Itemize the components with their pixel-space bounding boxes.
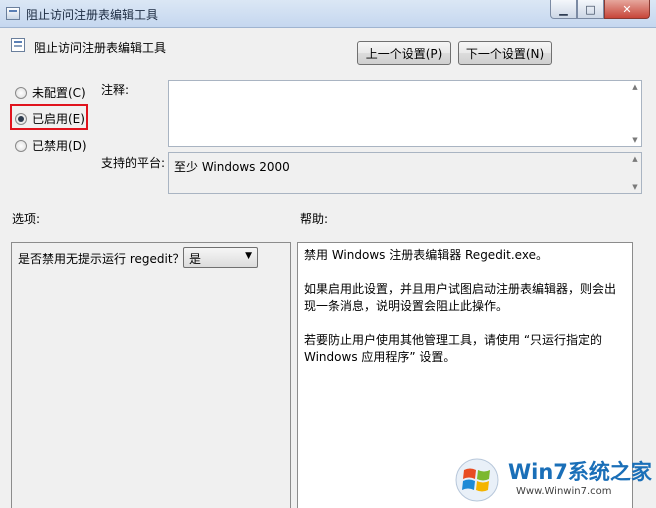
- windows-logo-icon: [455, 458, 499, 502]
- policy-setting-icon: [11, 38, 25, 52]
- previous-setting-button[interactable]: 上一个设置(P): [357, 41, 451, 65]
- maximize-button[interactable]: □: [577, 0, 604, 19]
- scroll-up-icon[interactable]: ▲: [629, 153, 641, 165]
- title-bar[interactable]: 阻止访问注册表编辑工具 ▁ □ ✕: [0, 0, 656, 28]
- setting-title: 阻止访问注册表编辑工具: [34, 41, 167, 55]
- scroll-down-icon[interactable]: ▼: [629, 134, 641, 146]
- radio-circle-icon: [15, 139, 27, 152]
- scroll-down-icon[interactable]: ▼: [629, 181, 641, 193]
- comment-label: 注释:: [101, 83, 130, 97]
- policy-icon: [6, 7, 20, 20]
- platform-scrollbar[interactable]: ▲ ▼: [629, 153, 641, 193]
- platform-field: 至少 Windows 2000 ▲ ▼: [168, 152, 642, 194]
- radio-label: 已禁用(D): [32, 139, 87, 153]
- watermark-url: Www.Winwin7.com: [516, 486, 612, 497]
- radio-circle-icon: [15, 86, 27, 99]
- highlight-box: [10, 104, 88, 130]
- window-controls: ▁ □ ✕: [550, 0, 650, 20]
- comment-scrollbar[interactable]: ▲ ▼: [629, 81, 641, 146]
- regedit-option-label: 是否禁用无提示运行 regedit？: [18, 252, 185, 266]
- close-button[interactable]: ✕: [604, 0, 650, 19]
- next-setting-button[interactable]: 下一个设置(N): [458, 41, 552, 65]
- radio-label: 未配置(C): [32, 86, 86, 100]
- dropdown-arrow-icon: ▼: [245, 251, 252, 261]
- watermark-brand: Win7系统之家: [508, 460, 652, 484]
- help-paragraph: 如果启用此设置，并且用户试图启动注册表编辑器，则会出现一条消息，说明设置会阻止此…: [304, 282, 617, 313]
- help-paragraph: 若要防止用户使用其他管理工具，请使用 “只运行指定的 Windows 应用程序”…: [304, 333, 603, 364]
- radio-disabled[interactable]: 已禁用(D): [15, 137, 87, 154]
- comment-textarea[interactable]: ▲ ▼: [168, 80, 642, 147]
- regedit-option-select[interactable]: 是 ▼: [183, 247, 258, 268]
- window-title: 阻止访问注册表编辑工具: [26, 8, 159, 22]
- help-label: 帮助:: [300, 212, 329, 226]
- options-panel: 是否禁用无提示运行 regedit？ 是 ▼: [11, 242, 291, 508]
- help-paragraph: 禁用 Windows 注册表编辑器 Regedit.exe。: [304, 248, 548, 262]
- minimize-button[interactable]: ▁: [550, 0, 577, 19]
- platform-label: 支持的平台:: [101, 156, 166, 170]
- options-label: 选项:: [12, 212, 41, 226]
- platform-value: 至少 Windows 2000: [174, 160, 290, 174]
- radio-not-configured[interactable]: 未配置(C): [15, 84, 86, 101]
- scroll-up-icon[interactable]: ▲: [629, 81, 641, 93]
- select-value: 是: [189, 252, 202, 266]
